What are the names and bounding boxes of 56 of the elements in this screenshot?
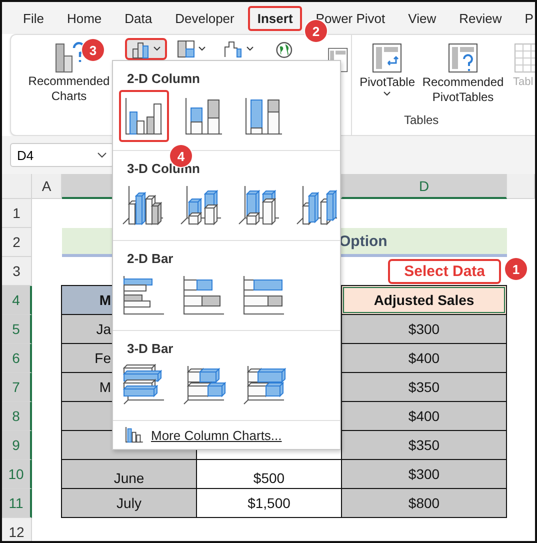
ribbon-tab[interactable]: Home [58, 6, 111, 30]
table-cell: June [61, 459, 197, 489]
ribbon-tab[interactable]: Data [116, 6, 162, 30]
column-chart-button[interactable] [124, 38, 167, 60]
chart-type-option[interactable] [119, 90, 169, 142]
row-header[interactable]: 4 [2, 286, 32, 315]
step-badge: 1 [505, 258, 527, 280]
table-cell: $300 [341, 314, 507, 344]
more-charts-item[interactable]: More Column Charts... [113, 421, 294, 449]
table-cell: $400 [341, 343, 507, 373]
section-heading: 2-D Column [127, 71, 200, 86]
ribbon-tab[interactable]: View [399, 6, 446, 30]
caret-icon [383, 90, 392, 98]
row-header[interactable]: 1 [2, 199, 32, 228]
select-data-callout: Select Data [388, 259, 501, 284]
pivot-table-question-icon [446, 41, 480, 75]
row-header[interactable]: 8 [2, 402, 32, 431]
step-badge: 3 [82, 39, 104, 61]
ribbon-tab[interactable]: Review [450, 6, 511, 30]
ribbon-tab[interactable]: File [14, 6, 53, 30]
row-header[interactable]: 2 [2, 228, 32, 257]
table-cell: $350 [341, 372, 507, 402]
waterfall-chart-icon [222, 39, 255, 59]
row-header[interactable]: 11 [2, 489, 32, 518]
pivot-table-button[interactable]: PivotTable [358, 39, 417, 107]
caret-icon [152, 45, 161, 53]
row-header[interactable]: 7 [2, 373, 32, 402]
3d-column-chart-icon [237, 184, 281, 228]
column-header[interactable]: D [342, 174, 507, 199]
globe-icon [274, 39, 294, 61]
name-box[interactable]: D4 [10, 143, 114, 167]
column-chart-icon [125, 427, 143, 443]
treemap-icon [176, 39, 207, 59]
table-cell: $800 [341, 488, 507, 518]
ribbon-tab[interactable]: Developer [166, 6, 244, 30]
3d-column-chart-icon [179, 184, 223, 228]
table-cell: July [61, 488, 197, 518]
section-heading: 3-D Bar [127, 341, 174, 356]
pivot-table-icon [370, 41, 404, 75]
column-header[interactable]: A [32, 174, 62, 199]
row-header[interactable]: 5 [2, 315, 32, 344]
ribbon-tab[interactable]: Insert [248, 6, 302, 30]
table-cell: $350 [341, 430, 507, 460]
table-cell: $300 [341, 459, 507, 489]
row-header[interactable]: 6 [2, 344, 32, 373]
table-cell: $400 [341, 401, 507, 431]
row-header[interactable]: 9 [2, 431, 32, 460]
row-header[interactable]: 12 [2, 518, 32, 541]
column-heading: Adjusted Sales [341, 285, 507, 315]
group-label: Tables [404, 112, 439, 127]
recommended-pivot-tables-button[interactable]: Recommended PivotTables [421, 39, 505, 107]
ribbon-tab[interactable]: P [516, 6, 535, 30]
caret-icon [97, 151, 107, 159]
row-header[interactable]: 10 [2, 460, 32, 489]
3d-column-chart-icon [121, 184, 165, 228]
row-header[interactable]: 3 [2, 257, 32, 286]
